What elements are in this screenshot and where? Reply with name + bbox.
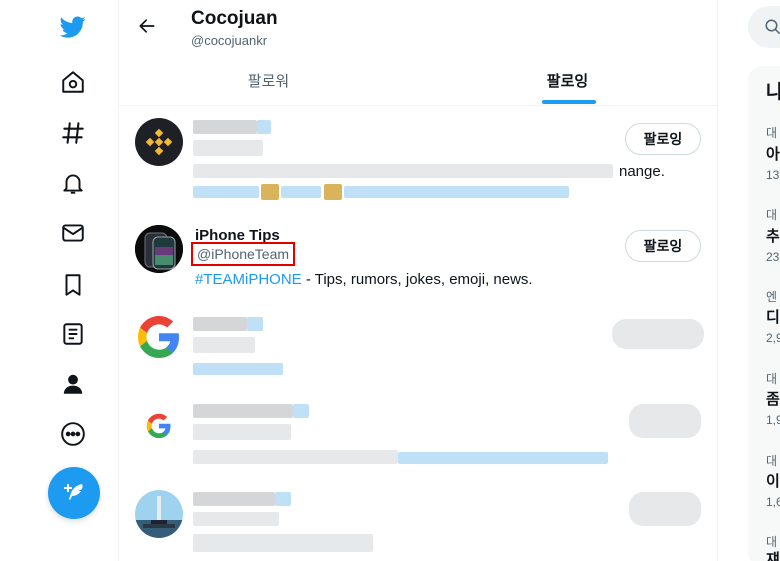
verified-badge-icon	[293, 404, 309, 418]
blurred-name	[193, 492, 275, 506]
avatar	[135, 313, 183, 361]
trend-category: 대	[766, 126, 778, 140]
explore-hashtag-icon[interactable]	[58, 118, 88, 148]
profile-name: Cocojuan	[191, 8, 278, 29]
blurred-emoji	[261, 184, 279, 200]
tab-following[interactable]: 팔로잉	[418, 56, 717, 105]
trend-title[interactable]: 아	[766, 143, 780, 164]
messages-mail-icon[interactable]	[58, 218, 88, 248]
verified-badge-icon	[275, 492, 291, 506]
trend-category: 대	[766, 208, 778, 222]
following-button[interactable]: 팔로잉	[625, 230, 701, 262]
right-divider	[717, 0, 718, 561]
back-arrow-icon	[139, 19, 155, 33]
lists-icon[interactable]	[58, 319, 88, 349]
feather-plus-icon	[64, 484, 83, 500]
list-item[interactable]	[119, 478, 717, 561]
blurred-follow-button[interactable]	[612, 319, 704, 349]
trend-title[interactable]: 디	[766, 306, 780, 327]
trend-title[interactable]: 이	[766, 470, 780, 491]
blurred-bio-line	[193, 450, 398, 464]
trend-category: 대	[766, 372, 778, 386]
follow-tabs: 팔로워 팔로잉	[119, 56, 717, 106]
profile-person-icon[interactable]	[58, 369, 88, 399]
trend-count: 2,9	[766, 331, 780, 345]
search-icon	[765, 19, 780, 35]
blurred-link	[398, 452, 608, 464]
trend-count: 1,6	[766, 495, 780, 509]
trend-count: 1,9	[766, 413, 780, 427]
notifications-bell-icon[interactable]	[58, 168, 88, 198]
blurred-emoji	[324, 184, 342, 200]
list-item[interactable]: nange. 팔로잉	[119, 106, 717, 206]
trend-title[interactable]: 추	[766, 225, 780, 246]
bio-text: - Tips, rumors, jokes, emoji, news.	[301, 271, 533, 288]
binance-logo-icon	[145, 128, 173, 156]
bookmarks-icon[interactable]	[58, 270, 88, 300]
blurred-bio-line	[193, 164, 613, 178]
blurred-handle	[193, 512, 279, 526]
back-arrow-button[interactable]	[133, 12, 161, 40]
main-column: Cocojuan @cocojuankr 팔로워 팔로잉 nange. 팔로잉 …	[119, 0, 717, 561]
iphone-avatar-icon	[135, 225, 183, 273]
trend-title[interactable]: 좀	[766, 388, 780, 409]
hashtag-link[interactable]: #TEAMiPHONE	[195, 271, 302, 288]
avatar	[135, 118, 183, 166]
following-button[interactable]: 팔로잉	[625, 123, 701, 155]
user-bio: #TEAMiPHONE - Tips, rumors, jokes, emoji…	[195, 271, 533, 288]
blurred-bio-line	[193, 363, 283, 375]
right-sidebar: 나 대 아 13, 대 추 23 엔 디 2,9 대 좀 1,9 대 이 1,6…	[748, 0, 780, 561]
search-input[interactable]	[748, 6, 780, 48]
user-handle: @iPhoneTeam	[191, 242, 296, 266]
blurred-link	[193, 186, 259, 198]
tab-followers[interactable]: 팔로워	[119, 56, 418, 105]
avatar	[135, 402, 183, 450]
verified-badge-icon	[247, 317, 263, 331]
blurred-name	[193, 317, 247, 331]
compose-tweet-button[interactable]	[48, 467, 100, 519]
active-tab-indicator	[542, 100, 596, 104]
list-item[interactable]	[119, 392, 717, 470]
trend-category: 대	[766, 454, 778, 468]
blurred-name	[193, 404, 293, 418]
blurred-follow-button[interactable]	[629, 492, 701, 526]
avatar	[135, 225, 183, 273]
trends-header: 나	[766, 82, 780, 103]
blurred-handle	[193, 337, 255, 353]
trend-title[interactable]: 쟤	[766, 548, 780, 561]
blurred-follow-button[interactable]	[629, 404, 701, 438]
twitter-logo-icon[interactable]	[58, 12, 88, 42]
verified-badge-icon	[257, 120, 271, 134]
bio-visible-tail: nange.	[619, 163, 665, 180]
blurred-bio-line	[193, 534, 373, 552]
blurred-link	[344, 186, 569, 198]
list-item[interactable]	[119, 305, 717, 383]
trend-category: 엔	[766, 290, 778, 304]
list-item[interactable]: iPhone Tips @iPhoneTeam #TEAMiPHONE - Ti…	[119, 215, 717, 297]
more-options-icon[interactable]	[58, 419, 88, 449]
left-navigation	[0, 0, 118, 561]
avatar	[135, 490, 183, 538]
space-avatar-icon	[135, 490, 183, 538]
trend-count: 13,	[766, 168, 780, 182]
google-logo-icon	[146, 413, 171, 439]
google-logo-icon	[138, 316, 179, 358]
blurred-handle	[193, 140, 263, 156]
profile-handle: @cocojuankr	[191, 33, 268, 48]
blurred-link	[281, 186, 321, 198]
blurred-handle	[193, 424, 291, 440]
home-icon[interactable]	[58, 67, 88, 97]
trend-count: 23	[766, 250, 780, 264]
blurred-name	[193, 120, 257, 134]
